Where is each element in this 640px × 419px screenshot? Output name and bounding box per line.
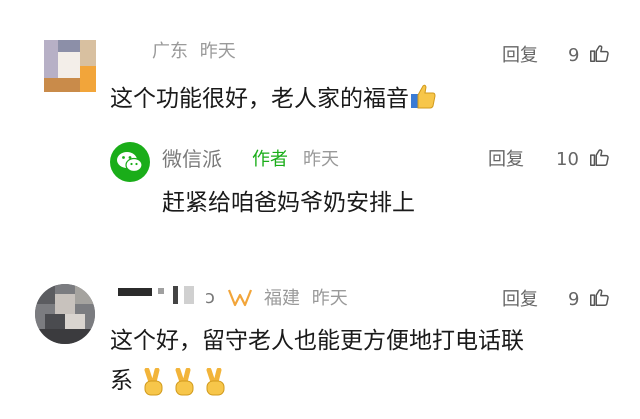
region-label: 广东 bbox=[152, 41, 188, 62]
victory-hand-emoji bbox=[202, 368, 230, 398]
reply-button[interactable]: 回复 bbox=[502, 44, 538, 68]
thumbs-up-emoji bbox=[409, 82, 437, 110]
avatar[interactable] bbox=[35, 284, 95, 344]
comment-text-content: 这个功能很好，老人家的福音 bbox=[110, 86, 409, 112]
time-label: 昨天 bbox=[199, 41, 236, 62]
region-label: 福建 bbox=[264, 288, 300, 309]
comment-text-line: 这个好，留守老人也能更方便地打电话联 bbox=[110, 328, 524, 354]
reply-button[interactable]: 回复 bbox=[502, 288, 538, 312]
author-name[interactable]: 微信派 bbox=[162, 146, 222, 172]
comment-meta: 福建 昨天 bbox=[264, 287, 348, 311]
masked-username bbox=[158, 288, 164, 294]
comment-text-content: 系 bbox=[110, 368, 133, 394]
masked-username bbox=[184, 286, 194, 304]
time-label: 昨天 bbox=[311, 288, 348, 309]
thumbs-up-icon[interactable] bbox=[588, 146, 610, 168]
victory-hand-emoji bbox=[140, 368, 168, 398]
masked-username bbox=[118, 288, 152, 296]
like-count: 9 bbox=[568, 45, 580, 66]
reply-button[interactable]: 回复 bbox=[488, 148, 524, 172]
thumbs-up-icon[interactable] bbox=[588, 286, 610, 308]
wechat-avatar[interactable] bbox=[110, 142, 150, 182]
victory-hand-emoji bbox=[171, 368, 199, 398]
time-label: 昨天 bbox=[303, 149, 339, 170]
avatar[interactable] bbox=[44, 40, 96, 92]
ribbon-icon bbox=[227, 287, 253, 313]
like-count: 10 bbox=[556, 149, 579, 170]
like-count: 9 bbox=[568, 289, 580, 310]
wechat-logo-icon bbox=[117, 152, 143, 173]
masked-username bbox=[173, 286, 178, 304]
reply-text: 赶紧给咱爸妈爷奶安排上 bbox=[162, 190, 415, 216]
comment-text: 这个功能很好，老人家的福音 bbox=[110, 82, 437, 116]
comment-text-line: 系 bbox=[110, 364, 133, 398]
thumbs-up-icon[interactable] bbox=[588, 42, 610, 64]
comment-meta: 广东 昨天 bbox=[152, 40, 236, 64]
masked-username: ɔ bbox=[205, 287, 215, 308]
author-badge: 作者 bbox=[252, 149, 288, 170]
